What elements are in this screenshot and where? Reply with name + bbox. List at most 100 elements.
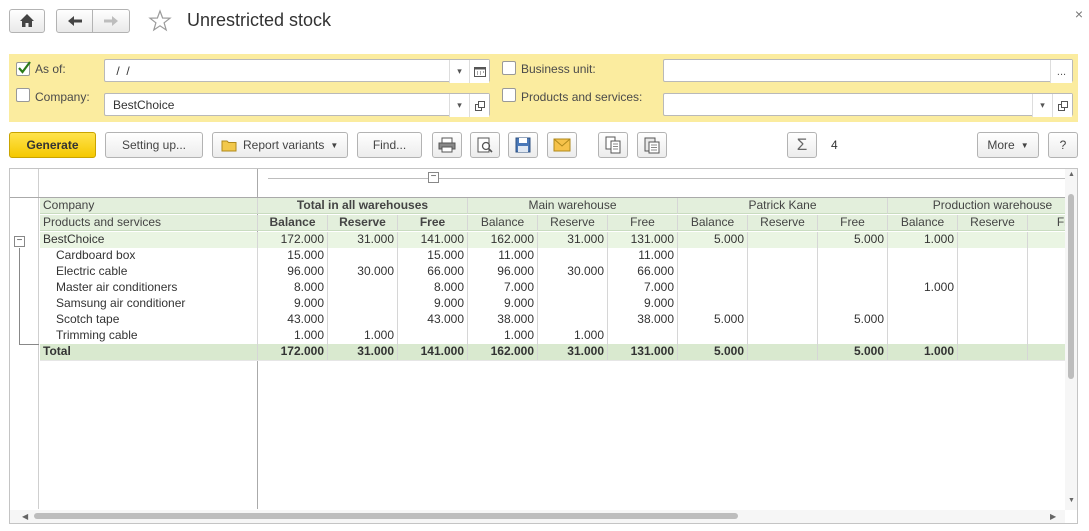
calendar-icon[interactable] — [469, 60, 489, 83]
table-cell: 7.000 — [468, 280, 538, 296]
page-title: Unrestricted stock — [187, 10, 332, 30]
column-header: Reserve — [328, 215, 398, 231]
chevron-down-icon: ▼ — [330, 140, 339, 150]
group-header: Production warehouse — [888, 198, 1077, 214]
table-cell: 162.000 — [468, 344, 538, 360]
company-checkbox[interactable] — [16, 88, 30, 102]
open-icon[interactable] — [1052, 94, 1072, 117]
row-label: Scotch tape — [40, 312, 258, 328]
back-button[interactable] — [56, 9, 93, 33]
print-button[interactable] — [432, 132, 462, 158]
scroll-down-arrow-icon[interactable]: ▼ — [1068, 497, 1075, 504]
column-header: Reserve — [538, 215, 608, 231]
as-of-checkbox[interactable] — [16, 61, 31, 76]
scrollbar-thumb[interactable] — [1068, 194, 1074, 379]
checkmark-icon — [18, 61, 31, 74]
table-cell: 1.000 — [888, 232, 958, 248]
table-cell: 162.000 — [468, 232, 538, 248]
collapse-columns-icon[interactable]: − — [428, 172, 439, 183]
group-header: Main warehouse — [468, 198, 678, 214]
table-cell: 5.000 — [678, 344, 748, 360]
close-icon[interactable]: × — [1075, 6, 1083, 22]
table-cell — [538, 296, 608, 312]
table-cell: 1.000 — [328, 328, 398, 344]
group-row-label: BestChoice — [40, 232, 258, 248]
table-cell: 9.000 — [468, 296, 538, 312]
row-label: Cardboard box — [40, 248, 258, 264]
business-unit-label: Business unit: — [521, 62, 596, 76]
table-cell — [748, 248, 818, 264]
table-cell: 43.000 — [258, 312, 328, 328]
table-cell — [958, 248, 1028, 264]
products-services-checkbox[interactable] — [502, 88, 516, 102]
table-cell: 1.000 — [258, 328, 328, 344]
report-spreadsheet[interactable]: − Company Products and services Total in… — [9, 168, 1078, 524]
column-header: Balance — [678, 215, 748, 231]
table-cell — [538, 280, 608, 296]
table-cell — [748, 312, 818, 328]
horizontal-scrollbar[interactable]: ◀ ▶ — [10, 510, 1065, 523]
send-email-button[interactable] — [547, 132, 577, 158]
sum-button[interactable]: Σ — [787, 132, 817, 158]
envelope-icon — [553, 138, 571, 152]
table-cell: 172.000 — [258, 344, 328, 360]
copy-button[interactable] — [598, 132, 628, 158]
more-label: More — [987, 138, 1015, 152]
preview-button[interactable] — [470, 132, 500, 158]
table-cell — [538, 312, 608, 328]
table-cell: 131.000 — [608, 344, 678, 360]
company-field[interactable]: BestChoice ▾ — [104, 93, 490, 117]
table-cell — [958, 232, 1028, 248]
table-cell — [888, 296, 958, 312]
home-button[interactable] — [9, 9, 45, 33]
table-cell: 31.000 — [538, 344, 608, 360]
table-cell: 9.000 — [258, 296, 328, 312]
row-header-company: Company — [40, 198, 258, 214]
table-cell: 8.000 — [258, 280, 328, 296]
more-button[interactable]: More ▼ — [977, 132, 1039, 158]
scroll-up-arrow-icon[interactable]: ▲ — [1068, 171, 1075, 178]
dropdown-arrow-icon[interactable]: ▾ — [449, 60, 469, 83]
scroll-right-arrow-icon[interactable]: ▶ — [1050, 512, 1056, 521]
paste-button[interactable] — [637, 132, 667, 158]
column-header: Balance — [468, 215, 538, 231]
table-cell: 141.000 — [398, 232, 468, 248]
vertical-scrollbar[interactable]: ▲ ▼ — [1065, 169, 1077, 510]
save-button[interactable] — [508, 132, 538, 158]
business-unit-field[interactable]: ... — [663, 59, 1073, 83]
as-of-label: As of: — [35, 62, 66, 76]
as-of-date-field[interactable]: / / ▾ — [104, 59, 490, 83]
table-cell — [748, 328, 818, 344]
table-cell: 38.000 — [468, 312, 538, 328]
favorite-star-icon[interactable] — [148, 9, 172, 36]
products-services-field[interactable]: ▾ — [663, 93, 1073, 117]
generate-button[interactable]: Generate — [9, 132, 96, 158]
report-variants-button[interactable]: Report variants ▼ — [212, 132, 348, 158]
table-cell: 9.000 — [608, 296, 678, 312]
table-cell: 5.000 — [678, 232, 748, 248]
open-icon[interactable] — [469, 94, 489, 117]
scroll-left-arrow-icon[interactable]: ◀ — [22, 512, 28, 521]
chevron-down-icon: ▼ — [1020, 140, 1029, 150]
help-button[interactable]: ? — [1048, 132, 1078, 158]
table-cell — [678, 264, 748, 280]
row-label: Master air conditioners — [40, 280, 258, 296]
column-header: Reserve — [748, 215, 818, 231]
collapse-group-icon[interactable]: − — [14, 236, 25, 247]
table-cell: 9.000 — [398, 296, 468, 312]
column-header: Balance — [888, 215, 958, 231]
business-unit-checkbox[interactable] — [502, 61, 516, 75]
table-cell — [958, 280, 1028, 296]
dropdown-arrow-icon[interactable]: ▾ — [1032, 94, 1052, 117]
arrow-right-icon — [104, 16, 118, 26]
find-button[interactable]: Find... — [357, 132, 422, 158]
arrow-left-icon — [68, 16, 82, 26]
select-button[interactable]: ... — [1050, 60, 1072, 83]
dropdown-arrow-icon[interactable]: ▾ — [449, 94, 469, 117]
setting-up-button[interactable]: Setting up... — [105, 132, 203, 158]
forward-button[interactable] — [92, 9, 130, 33]
scrollbar-thumb[interactable] — [34, 513, 738, 519]
column-header: Reserve — [958, 215, 1028, 231]
table-cell: 1.000 — [888, 344, 958, 360]
sigma-icon: Σ — [796, 135, 808, 154]
